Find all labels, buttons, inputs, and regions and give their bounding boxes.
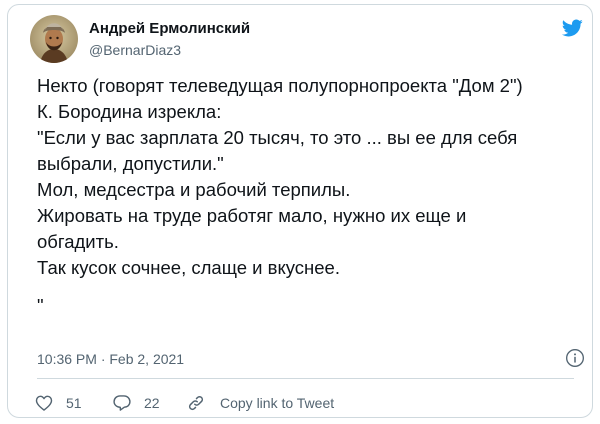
copy-link-label: Copy link to Tweet: [220, 395, 335, 411]
info-icon[interactable]: [565, 348, 585, 368]
tweet-line: Так кусок сочнее, слаще и вкуснее.: [37, 257, 340, 278]
copy-link-button[interactable]: Copy link to Tweet: [186, 392, 334, 414]
divider: [37, 378, 574, 379]
tweet-timestamp[interactable]: 10:36 PM · Feb 2, 2021: [37, 351, 184, 367]
twitter-bird-icon[interactable]: [560, 17, 584, 39]
tweet-line: Некто (говорят телеведущая полупорнопрое…: [37, 75, 523, 96]
link-icon: [188, 395, 204, 411]
like-count: 51: [66, 395, 82, 411]
reply-bubble-icon: [113, 395, 131, 411]
tweet-line: ": [37, 295, 44, 316]
tweet-line: Жировать на труде работяг мало, нужно их…: [37, 205, 467, 226]
tweet-line: К. Бородина изрекла:: [37, 101, 222, 122]
author-display-name[interactable]: Андрей Ермолинский: [89, 20, 250, 37]
tweet-line: обгадить.: [37, 231, 119, 252]
tweet-line: "Если у вас зарплата 20 тысяч, то это ..…: [37, 127, 518, 148]
tweet-line: выбрали, допустили.": [37, 153, 224, 174]
heart-icon: [35, 395, 53, 411]
tweet-line: Мол, медсестра и рабочий терпилы.: [37, 179, 351, 200]
tweet-card: Андрей Ермолинский @BernarDiaz3 Некто (г…: [7, 4, 593, 418]
tweet-text: Некто (говорят телеведущая полупорнопрое…: [37, 73, 577, 319]
avatar-portrait-icon: [30, 15, 78, 63]
like-button[interactable]: 51: [34, 392, 82, 414]
reply-button[interactable]: 22: [112, 392, 160, 414]
reply-count: 22: [144, 395, 160, 411]
author-handle[interactable]: @BernarDiaz3: [89, 42, 181, 58]
avatar[interactable]: [30, 15, 78, 63]
